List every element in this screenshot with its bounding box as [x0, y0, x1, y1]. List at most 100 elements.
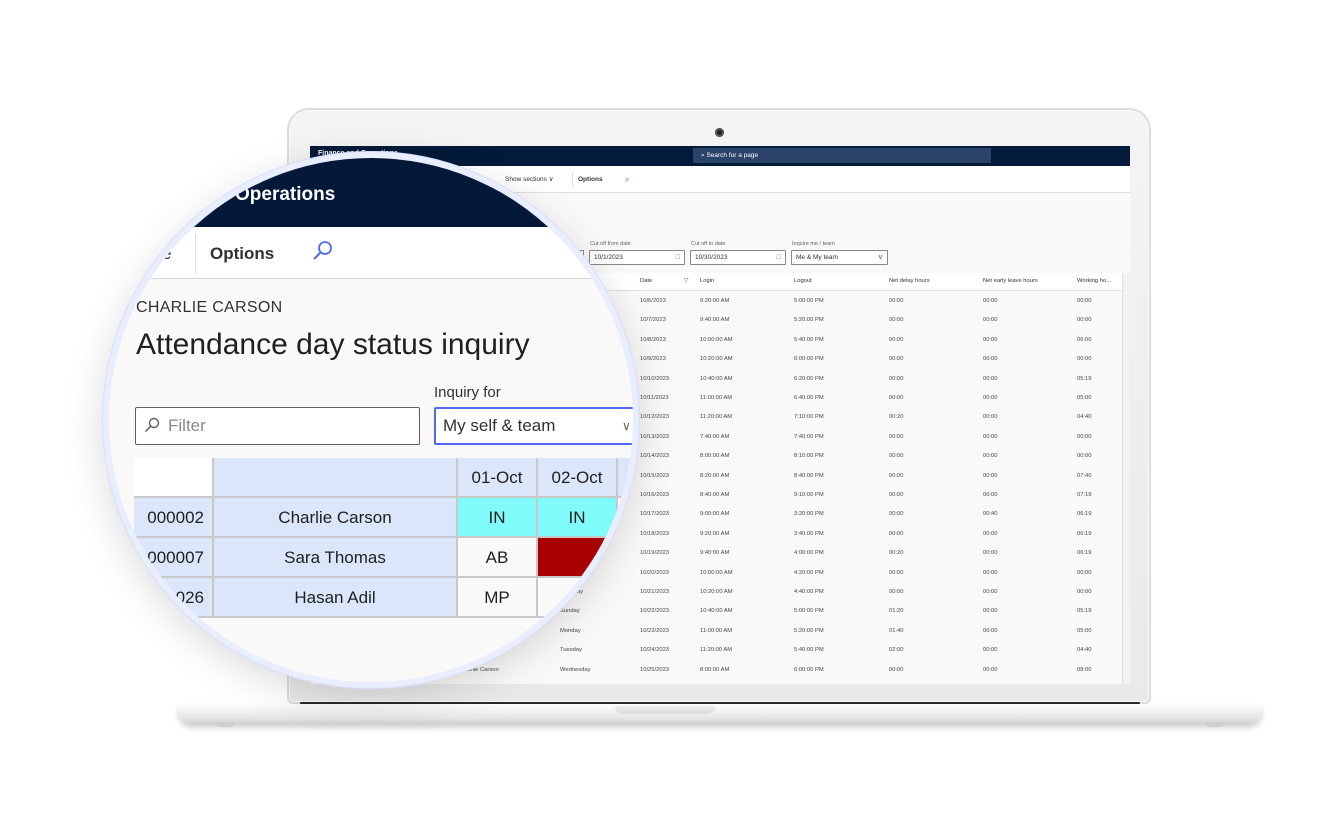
search-icon[interactable]	[312, 240, 334, 262]
cell-early: 00:00	[983, 492, 998, 498]
employee-id-cell[interactable]: 000002	[134, 498, 214, 538]
zoomed-app-title: Operations	[235, 184, 336, 205]
cell-delay: 00:20	[889, 414, 904, 421]
inquire-label: Inquire me / team	[792, 241, 835, 247]
cutoff-to-value: 10/30/2023	[695, 254, 728, 261]
cell-early: 00:00	[983, 298, 998, 304]
cell-login: 8:40:00 AM	[700, 492, 730, 498]
zoomed-action-bar	[109, 227, 633, 279]
cell-working: 00:00	[1077, 433, 1092, 440]
cell-early: 00:00	[983, 356, 998, 363]
cell-logout: 5:00:00 PM	[794, 608, 824, 615]
chevron-down-icon: ∨	[622, 419, 631, 433]
employee-id-cell[interactable]: 000007	[134, 538, 214, 578]
cell-login: 11:20:00 AM	[700, 414, 733, 421]
filter-input[interactable]: Filter	[135, 407, 420, 445]
status-cell[interactable]: AB	[458, 538, 538, 578]
cell-delay: 00:00	[889, 589, 904, 595]
cell-delay: 00:00	[889, 433, 904, 440]
laptop-foot	[215, 722, 235, 727]
cell-date: 10/25/2023	[640, 666, 670, 673]
employee-name-cell[interactable]: Hasan Adil	[214, 578, 458, 618]
status-cell[interactable]: MP	[458, 578, 538, 618]
cell-working: 06:19	[1077, 511, 1092, 518]
cell-logout: 6:00:00 PM	[794, 356, 824, 363]
cell-working: 04:40	[1077, 414, 1092, 421]
cell-early: 00:00	[983, 569, 998, 576]
search-icon	[144, 417, 160, 433]
cutoff-to-label: Cut off to date	[691, 241, 726, 247]
cell-working: 08:00	[1077, 666, 1092, 673]
cell-date: 10/6/2023	[640, 298, 666, 304]
calendar-icon[interactable]: □	[777, 251, 781, 264]
cell-working: 00:00	[1077, 298, 1092, 304]
cutoff-to-input[interactable]: 10/30/2023 □	[690, 250, 786, 265]
employee-id-cell[interactable]: 000026	[134, 578, 214, 618]
cell-date: 10/8/2023	[640, 336, 666, 343]
cell-date: 10/20/2023	[640, 569, 670, 576]
laptop-base	[178, 704, 1262, 724]
employee-caption: CHARLIE CARSON	[136, 299, 283, 316]
cell-date: 10/12/2023	[640, 414, 670, 421]
camera-icon	[715, 128, 724, 137]
date-header[interactable]: 02-Oct	[538, 458, 618, 498]
cell-login: 9:20:00 AM	[700, 298, 730, 304]
zoomed-options-button[interactable]: Options	[210, 244, 274, 264]
inquiry-for-select[interactable]: My self & team ∨	[434, 407, 633, 445]
cell-logout: 6:20:00 PM	[794, 375, 824, 382]
date-header[interactable]: 01-Oct	[458, 458, 538, 498]
cell-logout: 4:00:00 PM	[794, 550, 824, 557]
column-header-login[interactable]: Login	[700, 278, 714, 284]
cell-early: 00:00	[983, 647, 998, 654]
cell-date: 10/19/2023	[640, 550, 670, 557]
cell-working: 00:00	[1077, 356, 1092, 363]
cell-early: 00:00	[983, 317, 998, 324]
cell-logout: 5:40:00 PM	[794, 336, 824, 343]
cell-delay: 00:20	[889, 550, 904, 557]
name-header	[214, 458, 458, 498]
column-header-working-hours[interactable]: Working ho...	[1077, 278, 1111, 284]
cell-date: 10/16/2023	[640, 492, 670, 498]
employee-name-cell[interactable]: Charlie Carson	[214, 498, 458, 538]
zoomed-topbar	[109, 158, 633, 227]
cell-working: 00:00	[1077, 569, 1092, 576]
cell-working: 06:00	[1077, 336, 1092, 343]
cell-logout: 9:10:00 PM	[794, 492, 824, 498]
status-cell[interactable]	[538, 578, 618, 618]
cell-delay: 00:00	[889, 530, 904, 537]
cell-logout: 7:10:00 PM	[794, 414, 824, 421]
vertical-scrollbar[interactable]	[1122, 273, 1130, 684]
cell-delay: 00:00	[889, 298, 904, 304]
status-cell[interactable]: IN	[538, 498, 618, 538]
column-header-net-delay[interactable]: Net delay hours	[889, 278, 930, 284]
inquire-select[interactable]: Me & My team ∨	[791, 250, 888, 265]
cell-date: 10/9/2023	[640, 356, 666, 363]
employee-name-cell[interactable]: Sara Thomas	[214, 538, 458, 578]
cell-working: 06:19	[1077, 550, 1092, 557]
cell-delay: 00:00	[889, 492, 904, 498]
cell-delay: 00:00	[889, 395, 904, 401]
cell-delay: 01:40	[889, 627, 904, 634]
filter-icon[interactable]: ▽	[684, 278, 688, 284]
column-header-date[interactable]: Date	[640, 278, 652, 284]
zoomed-action-prev[interactable]: e	[162, 244, 171, 264]
cell-login: 7:40:00 AM	[700, 433, 730, 440]
cell-early: 00:00	[983, 472, 998, 479]
status-cell[interactable]: IN	[458, 498, 538, 538]
cell-working: 00:00	[1077, 453, 1092, 460]
cell-date: 10/11/2023	[640, 395, 669, 401]
column-header-logout[interactable]: Logout	[794, 278, 812, 284]
divider	[195, 234, 196, 274]
calendar-icon[interactable]: □	[676, 251, 680, 264]
cell-delay: 02:00	[889, 647, 904, 654]
page-search-input[interactable]: ⌕ Search for a page	[693, 148, 991, 163]
cell-working: 06:19	[1077, 530, 1092, 537]
cell-login: 11:00:00 AM	[700, 627, 733, 634]
cell-working: 04:40	[1077, 647, 1092, 654]
status-cell[interactable]	[538, 538, 618, 578]
cell-working: 00:00	[1077, 317, 1092, 324]
cell-early: 00:00	[983, 530, 998, 537]
column-header-net-early-leave[interactable]: Net early leave hours	[983, 278, 1038, 284]
cell-delay: 01:20	[889, 608, 904, 615]
cell-early: 00:00	[983, 414, 998, 421]
